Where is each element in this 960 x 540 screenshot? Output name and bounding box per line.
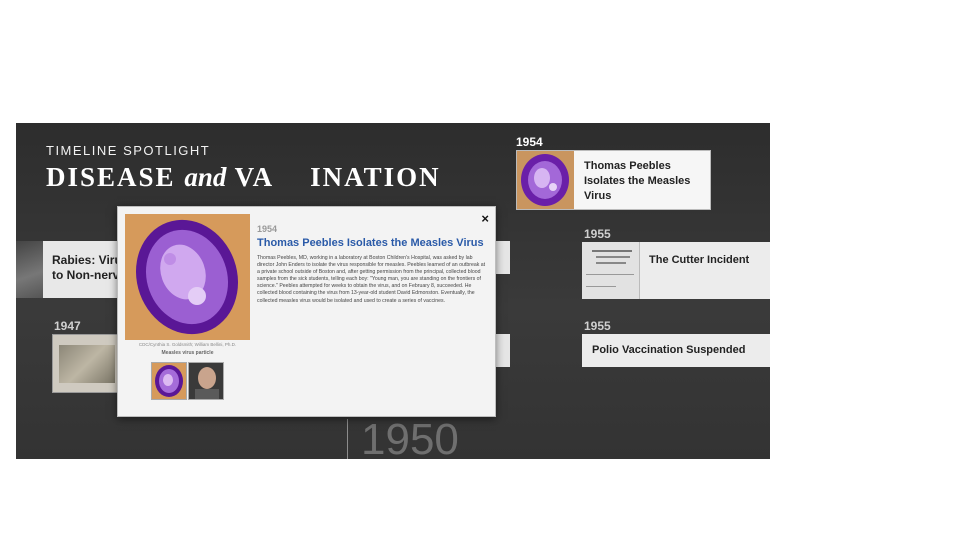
timeline-card-hidden-2[interactable] <box>494 334 510 367</box>
peebles-thumbnail <box>517 151 574 209</box>
timeline-card-cutter[interactable]: The Cutter Incident <box>582 242 770 299</box>
year-label-1955-polio: 1955 <box>584 319 611 333</box>
measles-virus-image <box>125 214 250 340</box>
title-part1: DISEASE <box>46 162 176 192</box>
gallery-thumbnail-virus[interactable] <box>151 362 187 400</box>
peebles-label-1: Thomas Peebles <box>584 160 671 172</box>
title-part2: VA <box>234 162 275 192</box>
peebles-label-3: Virus <box>584 190 612 202</box>
close-icon[interactable]: × <box>481 211 489 226</box>
timeline-card-peebles[interactable]: Thomas Peebles Isolates the Measles Viru… <box>516 150 711 210</box>
rabies-label-2: to Non-nervo <box>52 268 127 282</box>
modal-body-text: Thomas Peebles, MD, working in a laborat… <box>257 255 486 304</box>
timeline-kicker: TIMELINE SPOTLIGHT <box>46 143 211 158</box>
timeline-title: DISEASE and VA INATION <box>46 162 441 193</box>
peebles-label-2: Isolates the Measles <box>584 175 691 187</box>
rabies-thumbnail <box>16 241 43 298</box>
polio-label: Polio Vaccination Suspended <box>592 344 746 356</box>
title-and: and <box>184 162 227 192</box>
image-credit: CDC/Cynthia S. Goldsmith; William Bellin… <box>138 342 237 347</box>
decade-label: 1950 <box>361 415 459 459</box>
year-label-1947: 1947 <box>54 319 81 333</box>
timeline-card-polio[interactable]: Polio Vaccination Suspended <box>582 334 770 367</box>
timeline-axis-line <box>347 419 348 459</box>
timeline-card-hidden-1[interactable] <box>494 241 510 274</box>
cutter-label: The Cutter Incident <box>649 254 750 266</box>
year-label-1955-cutter: 1955 <box>584 227 611 241</box>
image-caption: Measles virus particle <box>161 350 214 356</box>
card-1947-thumbnail[interactable] <box>52 334 124 393</box>
modal-year: 1954 <box>257 224 278 234</box>
title-part3: INATION <box>310 162 441 192</box>
year-label-1954: 1954 <box>516 135 543 149</box>
gallery-thumbnail-portrait[interactable] <box>188 362 224 400</box>
cutter-thumbnail <box>582 242 640 299</box>
detail-modal: × CDC/Cynthia S. Goldsmith; William Bell… <box>117 206 496 417</box>
modal-title: Thomas Peebles Isolates the Measles Viru… <box>257 237 484 249</box>
